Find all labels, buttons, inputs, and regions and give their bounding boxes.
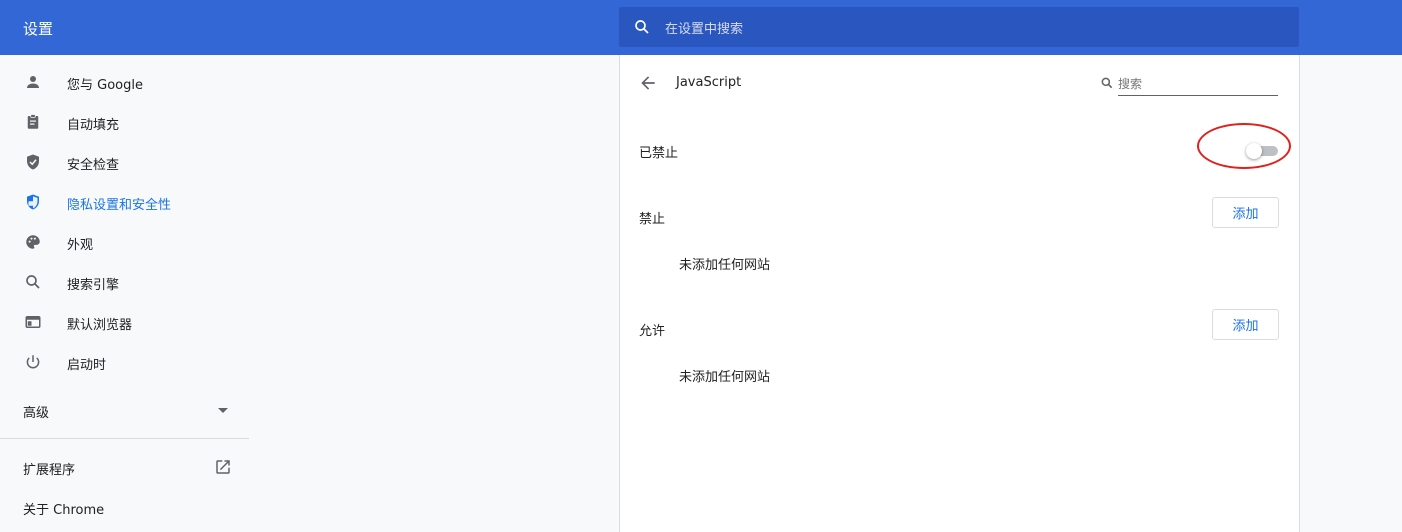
sidebar-item-extensions[interactable]: 扩展程序	[0, 447, 249, 487]
sidebar-item-search-engine[interactable]: 搜索引擎	[0, 262, 249, 302]
sidebar-item-default-browser[interactable]: 默认浏览器	[0, 302, 249, 342]
sidebar-item-on-startup[interactable]: 启动时	[0, 342, 249, 382]
sidebar-divider	[0, 438, 249, 439]
sidebar-item-you-and-google[interactable]: 您与 Google	[0, 62, 249, 102]
search-icon	[635, 20, 649, 34]
sidebar-item-label: 默认浏览器	[67, 318, 133, 333]
sidebar-item-label: 安全检查	[67, 158, 120, 173]
subpage-search	[1100, 72, 1280, 96]
allow-add-button[interactable]: 添加	[1212, 309, 1279, 340]
shield-check-icon	[27, 154, 39, 170]
settings-search-box[interactable]: 在设置中搜索	[619, 7, 1299, 47]
clipboard-icon	[27, 114, 39, 129]
javascript-toggle[interactable]	[1246, 143, 1278, 159]
javascript-settings-card: JavaScript 已禁止 禁止 添加 未添加任何网站 允许 添加 未添加任何…	[619, 55, 1300, 532]
block-empty-text: 未添加任何网站	[679, 258, 771, 273]
person-icon	[27, 76, 39, 88]
sidebar-extensions-label: 扩展程序	[23, 463, 76, 478]
allow-empty-text: 未添加任何网站	[679, 370, 771, 385]
sidebar-about-label: 关于 Chrome	[23, 503, 105, 518]
toggle-knob	[1246, 143, 1262, 159]
sidebar-item-label: 自动填充	[67, 118, 120, 133]
browser-icon	[25, 316, 41, 328]
subpage-search-input[interactable]	[1118, 72, 1278, 96]
settings-search-input[interactable]: 在设置中搜索	[665, 18, 743, 37]
sidebar-item-privacy-security[interactable]: 隐私设置和安全性	[0, 182, 249, 222]
sidebar-item-label: 搜索引擎	[67, 278, 120, 293]
top-bar: 设置 在设置中搜索	[0, 0, 1402, 55]
sidebar-item-autofill[interactable]: 自动填充	[0, 102, 249, 142]
sidebar-item-about-chrome[interactable]: 关于 Chrome	[0, 487, 249, 527]
sidebar-item-label: 外观	[67, 238, 94, 253]
palette-icon	[26, 235, 40, 249]
sidebar-item-label: 隐私设置和安全性	[67, 198, 172, 213]
page-title: JavaScript	[676, 75, 742, 90]
open-in-new-icon	[216, 460, 230, 474]
sidebar-item-label: 您与 Google	[67, 78, 143, 93]
sidebar: 您与 Google 自动填充 安全检查 隐私设置和安全性 外观 搜索引擎 默认浏…	[0, 55, 249, 532]
sidebar-advanced-label: 高级	[23, 406, 50, 421]
search-icon	[26, 275, 40, 289]
sidebar-item-safety-check[interactable]: 安全检查	[0, 142, 249, 182]
sidebar-item-appearance[interactable]: 外观	[0, 222, 249, 262]
caret-down-icon	[218, 408, 228, 413]
back-arrow-icon[interactable]	[638, 73, 658, 93]
allow-section-label: 允许	[639, 324, 666, 339]
sidebar-advanced-toggle[interactable]: 高级	[0, 390, 249, 430]
power-icon	[26, 355, 40, 369]
block-section-label: 禁止	[639, 212, 666, 227]
app-title: 设置	[23, 20, 54, 38]
javascript-toggle-label: 已禁止	[639, 146, 679, 161]
privacy-shield-icon	[27, 194, 39, 210]
sidebar-item-label: 启动时	[67, 358, 107, 373]
block-add-button[interactable]: 添加	[1212, 197, 1279, 228]
search-icon	[1101, 77, 1113, 89]
